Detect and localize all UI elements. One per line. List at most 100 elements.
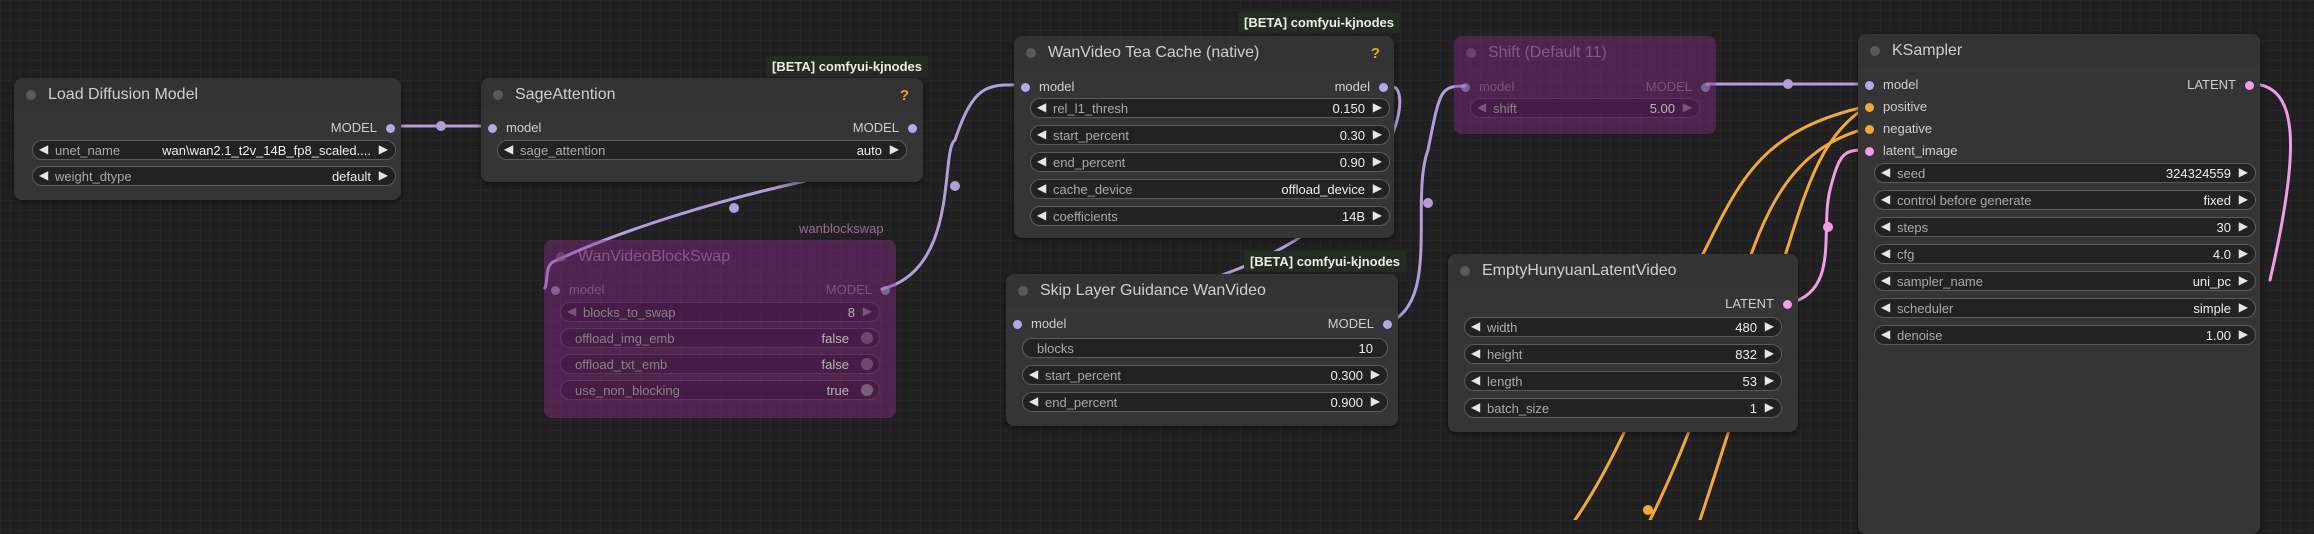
arrow-right-icon[interactable]: ▶: [1765, 373, 1774, 387]
slot-dot[interactable]: [551, 286, 560, 295]
slot-dot[interactable]: [1783, 300, 1792, 309]
arrow-right-icon[interactable]: ▶: [1765, 346, 1774, 360]
widget-offload-img-emb[interactable]: offload_img_emb false: [560, 328, 880, 348]
arrow-right-icon[interactable]: ▶: [1373, 208, 1382, 222]
input-slot-model[interactable]: model: [1865, 77, 1918, 92]
slot-dot[interactable]: [488, 124, 497, 133]
arrow-right-icon[interactable]: ▶: [2239, 165, 2248, 179]
slot-dot[interactable]: [386, 124, 395, 133]
slot-dot[interactable]: [1865, 103, 1874, 112]
widget-blocks-to-swap[interactable]: ◀ blocks_to_swap 8 ▶: [560, 302, 880, 322]
arrow-left-icon[interactable]: ◀: [504, 142, 513, 156]
input-slot-latent-image[interactable]: latent_image: [1865, 143, 1957, 158]
arrow-left-icon[interactable]: ◀: [1881, 300, 1890, 314]
node-title-bar[interactable]: KSampler: [1858, 34, 2260, 66]
node-title-bar[interactable]: EmptyHunyuanLatentVideo: [1448, 254, 1798, 286]
arrow-left-icon[interactable]: ◀: [1471, 373, 1480, 387]
node-title-bar[interactable]: Load Diffusion Model: [14, 78, 401, 110]
widget-scheduler[interactable]: ◀ scheduler simple ▶: [1874, 298, 2256, 318]
arrow-left-icon[interactable]: ◀: [1037, 100, 1046, 114]
widget-batch-size[interactable]: ◀ batch_size 1 ▶: [1464, 398, 1782, 418]
node-empty-hunyuan-latent-video[interactable]: EmptyHunyuanLatentVideo LATENT ◀ width 4…: [1448, 254, 1798, 432]
output-slot-model[interactable]: MODEL: [826, 282, 890, 297]
arrow-left-icon[interactable]: ◀: [1471, 400, 1480, 414]
arrow-right-icon[interactable]: ▶: [1765, 319, 1774, 333]
arrow-left-icon[interactable]: ◀: [1037, 208, 1046, 222]
output-slot-model[interactable]: MODEL: [853, 120, 917, 135]
input-slot-negative[interactable]: negative: [1865, 121, 1932, 136]
slot-dot[interactable]: [1379, 83, 1388, 92]
widget-seed[interactable]: ◀ seed 324324559 ▶: [1874, 163, 2256, 183]
help-icon[interactable]: ?: [1371, 45, 1380, 62]
arrow-right-icon[interactable]: ▶: [1373, 100, 1382, 114]
collapse-dot-icon[interactable]: [556, 252, 566, 262]
arrow-right-icon[interactable]: ▶: [1765, 400, 1774, 414]
slot-dot[interactable]: [1013, 320, 1022, 329]
widget-start-percent[interactable]: ◀ start_percent 0.300 ▶: [1022, 365, 1388, 385]
arrow-right-icon[interactable]: ▶: [1371, 394, 1380, 408]
arrow-right-icon[interactable]: ▶: [1683, 100, 1692, 114]
arrow-left-icon[interactable]: ◀: [1037, 127, 1046, 141]
node-title-bar[interactable]: Shift (Default 11): [1454, 36, 1716, 68]
arrow-left-icon[interactable]: ◀: [1471, 319, 1480, 333]
collapse-dot-icon[interactable]: [1466, 48, 1476, 58]
output-slot-model[interactable]: MODEL: [1328, 316, 1392, 331]
arrow-right-icon[interactable]: ▶: [2239, 246, 2248, 260]
node-title-bar[interactable]: WanVideoBlockSwap: [544, 240, 896, 272]
output-slot-latent[interactable]: LATENT: [1725, 296, 1792, 311]
node-ksampler[interactable]: KSampler model positive negative latent_…: [1858, 34, 2260, 534]
arrow-left-icon[interactable]: ◀: [1881, 219, 1890, 233]
slot-dot[interactable]: [1021, 83, 1030, 92]
arrow-left-icon[interactable]: ◀: [1881, 165, 1890, 179]
slot-dot[interactable]: [908, 124, 917, 133]
arrow-right-icon[interactable]: ▶: [1373, 154, 1382, 168]
widget-blocks[interactable]: blocks 10: [1022, 338, 1388, 358]
arrow-left-icon[interactable]: ◀: [1881, 327, 1890, 341]
output-slot-model[interactable]: MODEL: [331, 120, 395, 135]
slot-dot[interactable]: [1865, 125, 1874, 134]
arrow-left-icon[interactable]: ◀: [1037, 181, 1046, 195]
arrow-right-icon[interactable]: ▶: [2239, 300, 2248, 314]
arrow-right-icon[interactable]: ▶: [2239, 327, 2248, 341]
arrow-left-icon[interactable]: ◀: [1881, 246, 1890, 260]
collapse-dot-icon[interactable]: [1460, 266, 1470, 276]
arrow-right-icon[interactable]: ▶: [890, 142, 899, 156]
input-slot-positive[interactable]: positive: [1865, 99, 1927, 114]
arrow-right-icon[interactable]: ▶: [1373, 127, 1382, 141]
input-slot-model[interactable]: model: [1461, 79, 1514, 94]
arrow-right-icon[interactable]: ▶: [379, 142, 388, 156]
arrow-left-icon[interactable]: ◀: [1037, 154, 1046, 168]
arrow-left-icon[interactable]: ◀: [1471, 346, 1480, 360]
widget-control-before-generate[interactable]: ◀ control before generate fixed ▶: [1874, 190, 2256, 210]
collapse-dot-icon[interactable]: [1870, 46, 1880, 56]
slot-dot[interactable]: [1701, 83, 1710, 92]
slot-dot[interactable]: [1461, 83, 1470, 92]
slot-dot[interactable]: [881, 286, 890, 295]
widget-cache-device[interactable]: ◀ cache_device offload_device ▶: [1030, 179, 1390, 199]
arrow-left-icon[interactable]: ◀: [39, 168, 48, 182]
input-slot-model[interactable]: model: [1021, 79, 1074, 94]
widget-end-percent[interactable]: ◀ end_percent 0.90 ▶: [1030, 152, 1390, 172]
slot-dot[interactable]: [1383, 320, 1392, 329]
widget-coefficients[interactable]: ◀ coefficients 14B ▶: [1030, 206, 1390, 226]
input-slot-model[interactable]: model: [488, 120, 541, 135]
widget-offload-txt-emb[interactable]: offload_txt_emb false: [560, 354, 880, 374]
slot-dot[interactable]: [1865, 81, 1874, 90]
widget-sage-attention[interactable]: ◀ sage_attention auto ▶: [497, 140, 907, 160]
arrow-left-icon[interactable]: ◀: [1477, 100, 1486, 114]
widget-start-percent[interactable]: ◀ start_percent 0.30 ▶: [1030, 125, 1390, 145]
toggle-knob[interactable]: [861, 384, 873, 396]
toggle-knob[interactable]: [861, 332, 873, 344]
node-title-bar[interactable]: WanVideo Tea Cache (native) ?: [1014, 36, 1394, 68]
slot-dot[interactable]: [2245, 81, 2254, 90]
output-slot-model[interactable]: model: [1335, 79, 1388, 94]
widget-length[interactable]: ◀ length 53 ▶: [1464, 371, 1782, 391]
widget-sampler-name[interactable]: ◀ sampler_name uni_pc ▶: [1874, 271, 2256, 291]
node-title-bar[interactable]: Skip Layer Guidance WanVideo: [1006, 274, 1398, 306]
help-icon[interactable]: ?: [900, 87, 909, 104]
node-wanvideo-blockswap[interactable]: WanVideoBlockSwap model MODEL ◀ blocks_t…: [544, 240, 896, 418]
collapse-dot-icon[interactable]: [1026, 48, 1036, 58]
widget-end-percent[interactable]: ◀ end_percent 0.900 ▶: [1022, 392, 1388, 412]
arrow-right-icon[interactable]: ▶: [2239, 273, 2248, 287]
slot-dot[interactable]: [1865, 147, 1874, 156]
